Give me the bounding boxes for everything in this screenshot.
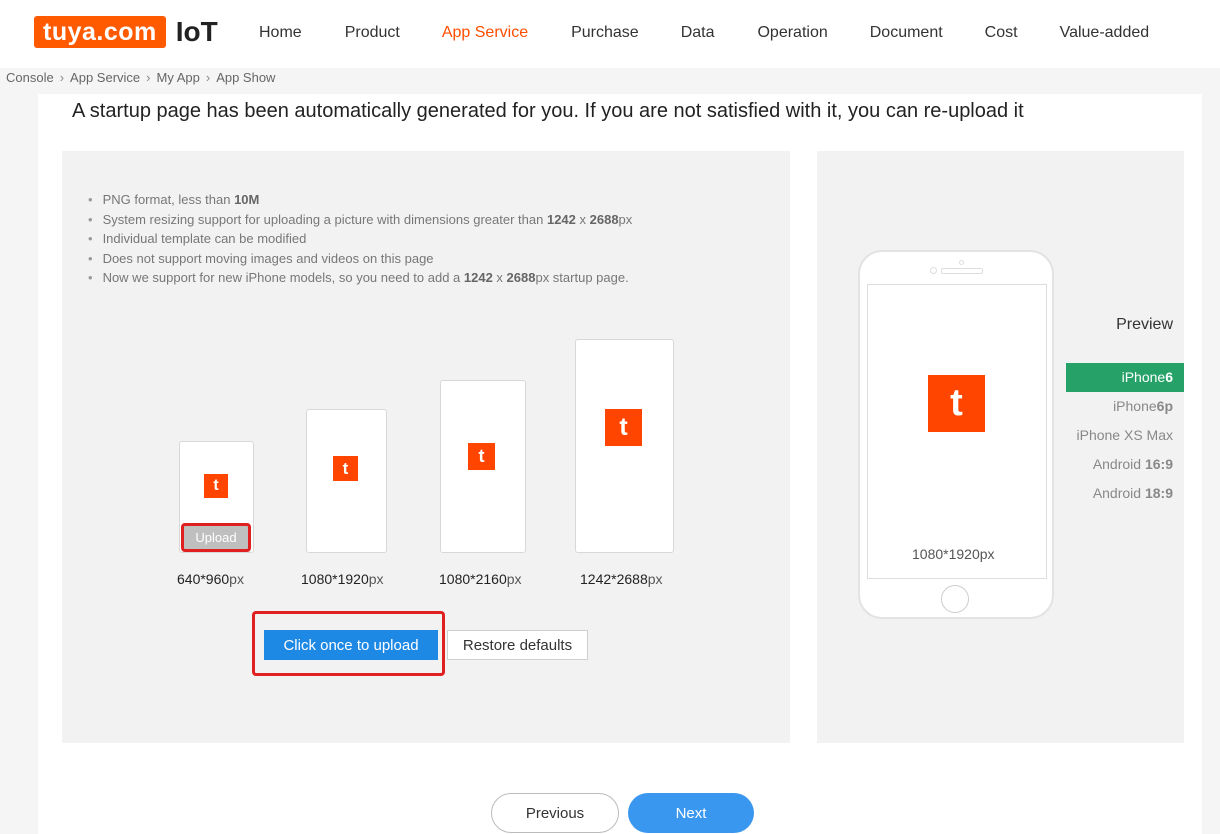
template-1242x2688[interactable]: [575, 339, 674, 553]
size-label: 640*960px: [177, 571, 244, 587]
restore-defaults-button[interactable]: Restore defaults: [447, 630, 588, 660]
breadcrumb: Console › App Service › My App › App Show: [6, 70, 275, 85]
preview-size-label: 1080*1920px: [912, 546, 995, 562]
breadcrumb-my-app[interactable]: My App: [156, 70, 199, 85]
phone-speaker: [941, 268, 983, 274]
size-label: 1080*2160px: [439, 571, 522, 587]
click-once-upload-button[interactable]: Click once to upload: [264, 630, 438, 660]
size-label: 1080*1920px: [301, 571, 384, 587]
main-nav: Home Product App Service Purchase Data O…: [259, 24, 1149, 42]
breadcrumb-app-service[interactable]: App Service: [70, 70, 140, 85]
tip-item: Does not support moving images and video…: [88, 249, 632, 269]
app-logo-icon: t: [605, 409, 642, 446]
logo-mark: tuya.com: [34, 16, 166, 48]
nav-app-service[interactable]: App Service: [442, 24, 528, 42]
next-button[interactable]: Next: [628, 793, 754, 833]
device-android-16-9[interactable]: Android 16:9: [1066, 450, 1184, 479]
preview-title: Preview: [1116, 316, 1173, 333]
device-list: iPhone6 iPhone6p iPhone XS Max Android 1…: [1066, 363, 1184, 508]
app-logo-icon: t: [333, 456, 358, 481]
device-android-18-9[interactable]: Android 18:9: [1066, 479, 1184, 508]
nav-home[interactable]: Home: [259, 24, 302, 42]
nav-value-added[interactable]: Value-added: [1060, 24, 1150, 42]
nav-operation[interactable]: Operation: [757, 24, 827, 42]
device-iphone6[interactable]: iPhone6: [1066, 363, 1184, 392]
tip-item: Now we support for new iPhone models, so…: [88, 268, 632, 288]
logo-suffix: IoT: [175, 16, 218, 47]
phone-camera: [930, 267, 937, 274]
device-iphone6p[interactable]: iPhone6p: [1066, 392, 1184, 421]
page-headline: A startup page has been automatically ge…: [72, 100, 1024, 122]
app-logo-icon: t: [204, 474, 228, 498]
phone-sensor: [959, 260, 964, 265]
chevron-right-icon: ›: [146, 70, 151, 85]
app-logo-icon: t: [928, 375, 985, 432]
previous-button[interactable]: Previous: [491, 793, 619, 833]
nav-data[interactable]: Data: [681, 24, 715, 42]
tip-item: Individual template can be modified: [88, 229, 632, 249]
nav-purchase[interactable]: Purchase: [571, 24, 639, 42]
nav-document[interactable]: Document: [870, 24, 943, 42]
breadcrumb-app-show: App Show: [216, 70, 276, 85]
breadcrumb-console[interactable]: Console: [6, 70, 54, 85]
tip-item: System resizing support for uploading a …: [88, 210, 633, 230]
upload-tips: PNG format, less than 10M System resizin…: [88, 190, 633, 288]
size-label: 1242*2688px: [580, 571, 663, 587]
chevron-right-icon: ›: [59, 70, 65, 85]
tuya-logo[interactable]: tuya.com IoT: [34, 16, 218, 48]
top-navbar: tuya.com IoT Home Product App Service Pu…: [0, 0, 1220, 68]
template-1080x1920[interactable]: [306, 409, 387, 553]
chevron-right-icon: ›: [205, 70, 211, 85]
app-logo-icon: t: [468, 443, 495, 470]
nav-cost[interactable]: Cost: [985, 24, 1018, 42]
device-iphone-xs-max[interactable]: iPhone XS Max: [1066, 421, 1184, 450]
upload-button[interactable]: Upload: [181, 523, 251, 552]
tip-item: PNG format, less than 10M: [88, 190, 632, 210]
nav-product[interactable]: Product: [345, 24, 400, 42]
phone-home-button: [941, 585, 969, 613]
